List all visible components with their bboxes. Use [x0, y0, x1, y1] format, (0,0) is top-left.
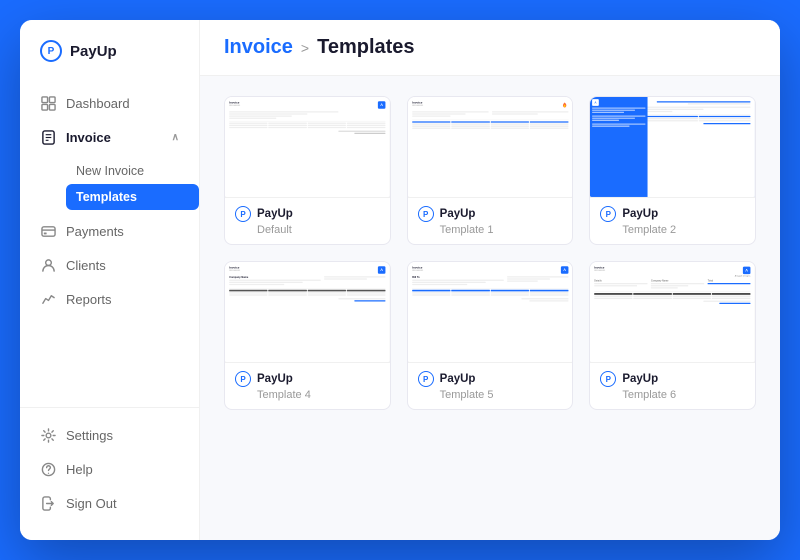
template-preview-6: Invoice INV-000001 Λ Aniyyah Designs: [590, 262, 755, 362]
invoice-icon: [40, 129, 56, 145]
gear-icon: [40, 427, 56, 443]
sub-nav-item-templates[interactable]: Templates: [66, 184, 199, 210]
template-card-5[interactable]: Invoice INV-000001 Λ Bill To: [407, 261, 574, 410]
template-owner-icon-1: P: [418, 206, 434, 222]
template-owner-icon-2: P: [600, 206, 616, 222]
template-owner-icon-4: P: [235, 371, 251, 387]
sidebar-bottom: Settings Help: [20, 407, 199, 520]
invoice-chevron-icon: ∧: [172, 132, 179, 143]
app-logo-icon: P: [40, 40, 62, 62]
settings-label: Settings: [66, 428, 113, 443]
signout-icon: [40, 495, 56, 511]
sidebar-item-help[interactable]: Help: [20, 452, 199, 486]
template-preview-1: Invoice INV-000001: [408, 97, 573, 197]
invoice-label: Invoice: [66, 130, 111, 145]
app-window: P PayUp Dashboard: [20, 20, 780, 540]
template-info-default: P PayUp Default: [225, 197, 390, 244]
main-content: Invoice > Templates Invoice INV-000001: [200, 20, 780, 540]
clients-label: Clients: [66, 258, 106, 273]
template-preview-2: Λ: [590, 97, 755, 197]
app-name: PayUp: [70, 43, 117, 60]
template-card-4[interactable]: Invoice INV-000001 Λ Company Name: [224, 261, 391, 410]
template-card-1[interactable]: Invoice INV-000001: [407, 96, 574, 245]
template-owner-icon-5: P: [418, 371, 434, 387]
template-info-1: P PayUp Template 1: [408, 197, 573, 244]
payments-icon: [40, 223, 56, 239]
sub-nav-item-new-invoice[interactable]: New Invoice: [66, 158, 199, 184]
template-info-6: P PayUp Template 6: [590, 362, 755, 409]
template-preview-4: Invoice INV-000001 Λ Company Name: [225, 262, 390, 362]
main-header: Invoice > Templates: [200, 20, 780, 76]
signout-label: Sign Out: [66, 496, 117, 511]
template-owner-4: PayUp: [257, 373, 293, 385]
template-owner-5: PayUp: [440, 373, 476, 385]
sidebar-navigation: Dashboard Invoice ∧ New Invoi: [20, 86, 199, 397]
help-label: Help: [66, 462, 93, 477]
breadcrumb-current: Templates: [317, 36, 414, 59]
sidebar: P PayUp Dashboard: [20, 20, 200, 540]
template-owner-icon-6: P: [600, 371, 616, 387]
sidebar-item-dashboard[interactable]: Dashboard: [20, 86, 199, 120]
template-name-2: Template 2: [600, 224, 745, 236]
sidebar-item-reports[interactable]: Reports: [20, 282, 199, 316]
payments-label: Payments: [66, 224, 124, 239]
template-owner-icon: P: [235, 206, 251, 222]
sidebar-logo: P PayUp: [20, 40, 199, 86]
template-preview-default: Invoice INV-000001 Λ: [225, 97, 390, 197]
reports-icon: [40, 291, 56, 307]
template-name-default: Default: [235, 224, 380, 236]
template-info-2: P PayUp Template 2: [590, 197, 755, 244]
breadcrumb: Invoice > Templates: [224, 36, 756, 59]
template-card-2[interactable]: Λ: [589, 96, 756, 245]
template-name-1: Template 1: [418, 224, 563, 236]
template-name-4: Template 4: [235, 389, 380, 401]
template-owner: PayUp: [257, 208, 293, 220]
template-owner-2: PayUp: [622, 208, 658, 220]
template-owner-6: PayUp: [622, 373, 658, 385]
breadcrumb-parent: Invoice: [224, 36, 293, 59]
templates-body: Invoice INV-000001 Λ: [200, 76, 780, 540]
dashboard-label: Dashboard: [66, 96, 130, 111]
help-icon: [40, 461, 56, 477]
reports-label: Reports: [66, 292, 112, 307]
sidebar-item-invoice[interactable]: Invoice ∧: [20, 120, 199, 154]
template-owner-1: PayUp: [440, 208, 476, 220]
template-name-6: Template 6: [600, 389, 745, 401]
template-info-5: P PayUp Template 5: [408, 362, 573, 409]
templates-grid: Invoice INV-000001 Λ: [224, 96, 756, 410]
template-info-4: P PayUp Template 4: [225, 362, 390, 409]
template-card-default[interactable]: Invoice INV-000001 Λ: [224, 96, 391, 245]
template-preview-5: Invoice INV-000001 Λ Bill To: [408, 262, 573, 362]
sidebar-item-signout[interactable]: Sign Out: [20, 486, 199, 520]
clients-icon: [40, 257, 56, 273]
sidebar-item-settings[interactable]: Settings: [20, 418, 199, 452]
breadcrumb-separator: >: [301, 40, 309, 56]
template-name-5: Template 5: [418, 389, 563, 401]
sidebar-item-clients[interactable]: Clients: [20, 248, 199, 282]
template-card-6[interactable]: Invoice INV-000001 Λ Aniyyah Designs: [589, 261, 756, 410]
sidebar-item-payments[interactable]: Payments: [20, 214, 199, 248]
invoice-sub-nav: New Invoice Templates: [20, 154, 199, 214]
grid-icon: [40, 95, 56, 111]
